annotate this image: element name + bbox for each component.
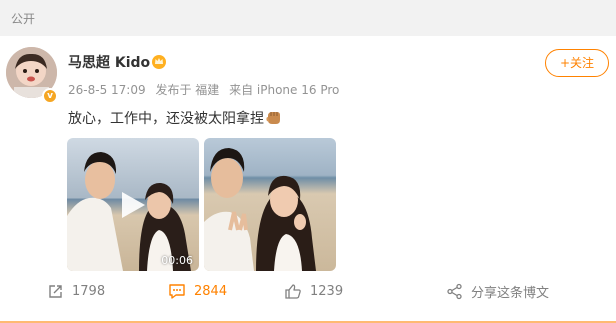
comment-count: 2844 [194, 283, 228, 299]
repost-icon [49, 284, 62, 298]
visibility-label: 公开 [11, 12, 36, 26]
post-text: 放心，工作中，还没被太阳拿捏 [68, 108, 283, 128]
comment-icon [169, 283, 185, 299]
action-bar: 1798 2844 1239 分享这条博文 [0, 280, 616, 302]
comment-button[interactable]: 2844 [168, 280, 227, 302]
post-source: 来自 iPhone 16 Pro [229, 83, 340, 97]
post-time[interactable]: 26-8-5 17:09 [68, 83, 146, 97]
post-location: 发布于 福建 [155, 83, 220, 97]
fist-emoji-icon [266, 112, 280, 124]
share-label: 分享这条博文 [471, 285, 550, 301]
photo-thumbnail[interactable] [204, 138, 336, 271]
repost-button[interactable]: 1798 [47, 280, 105, 302]
share-button[interactable]: 分享这条博文 [446, 280, 549, 302]
repost-count: 1798 [72, 283, 106, 299]
play-icon[interactable] [119, 190, 147, 220]
verified-badge-icon: v [42, 88, 58, 104]
weibo-post-card: v 马思超 Kido 26-8-5 17:09 发布于 福建 来自 iPhone… [0, 36, 616, 323]
like-count: 1239 [310, 283, 344, 299]
vip-crown-icon [152, 55, 166, 69]
top-bar: 公开 [0, 0, 616, 36]
share-icon [447, 283, 462, 299]
like-button[interactable]: 1239 [284, 280, 343, 302]
post-meta: 26-8-5 17:09 发布于 福建 来自 iPhone 16 Pro [68, 81, 345, 98]
video-thumbnail[interactable]: 00:06 [67, 138, 199, 271]
video-duration: 00:06 [161, 254, 193, 267]
thumbs-up-icon [285, 283, 301, 299]
follow-button[interactable]: +关注 [545, 49, 609, 77]
author-name[interactable]: 马思超 Kido [68, 52, 150, 72]
post-text-content: 放心，工作中，还没被太阳拿捏 [68, 111, 264, 127]
